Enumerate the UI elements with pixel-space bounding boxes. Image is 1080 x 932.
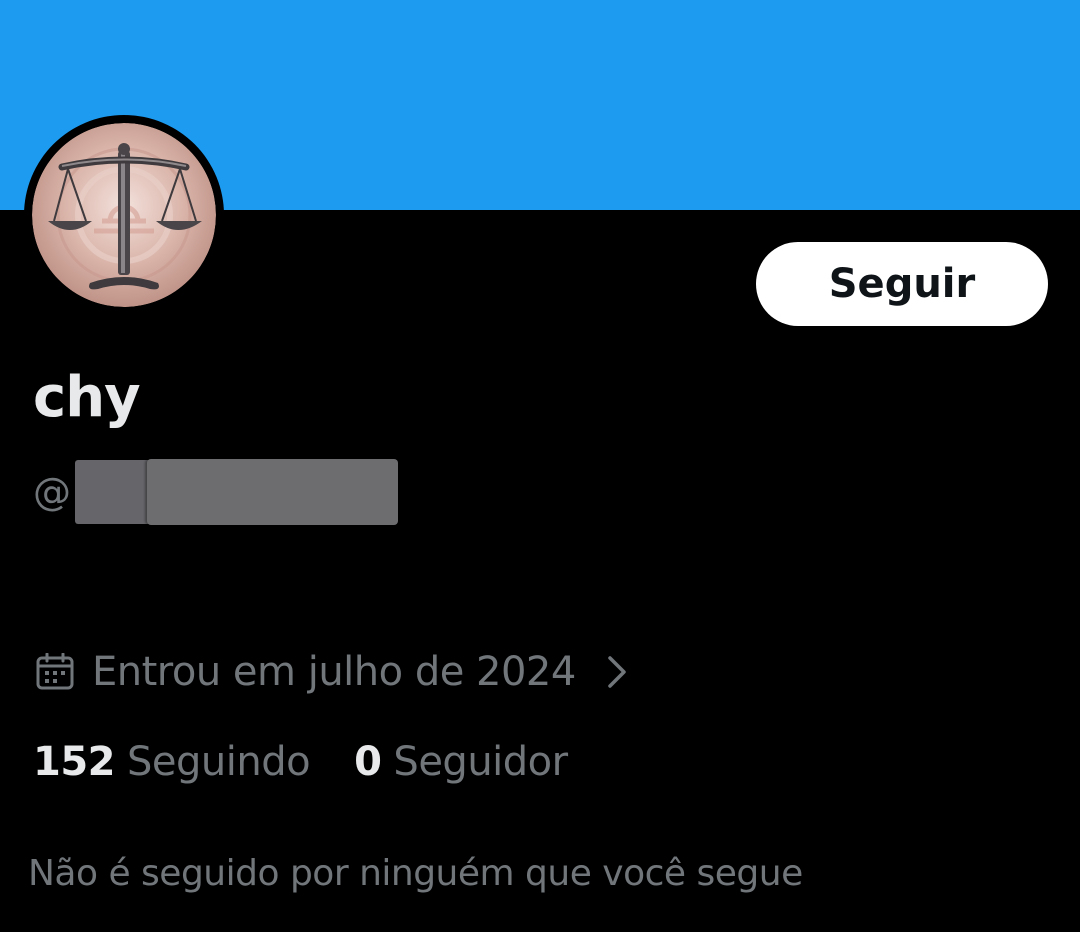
- handle: @: [33, 458, 398, 526]
- follow-stats: 152 Seguindo 0 Seguidor: [33, 730, 568, 794]
- avatar[interactable]: [24, 115, 224, 315]
- following-stat[interactable]: 152 Seguindo: [33, 739, 311, 785]
- profile-page: Seguir chy @ Entrou em julho de 2024 152…: [0, 0, 1080, 932]
- follow-button[interactable]: Seguir: [756, 242, 1048, 326]
- chevron-right-icon[interactable]: [604, 652, 630, 692]
- scales-of-justice-icon: [32, 123, 216, 307]
- calendar-icon: [36, 653, 74, 691]
- join-date-text: Entrou em julho de 2024: [92, 649, 576, 695]
- following-count: 152: [33, 739, 116, 785]
- handle-prefix: @: [33, 470, 71, 514]
- join-date[interactable]: Entrou em julho de 2024: [36, 640, 630, 704]
- followers-label: Seguidor: [393, 739, 568, 785]
- display-name: chy: [33, 365, 141, 430]
- followed-by-text: Não é seguido por ninguém que você segue: [28, 853, 803, 894]
- following-label: Seguindo: [127, 739, 311, 785]
- redacted-handle: [75, 459, 398, 525]
- followers-stat[interactable]: 0 Seguidor: [354, 739, 568, 785]
- followers-count: 0: [354, 739, 382, 785]
